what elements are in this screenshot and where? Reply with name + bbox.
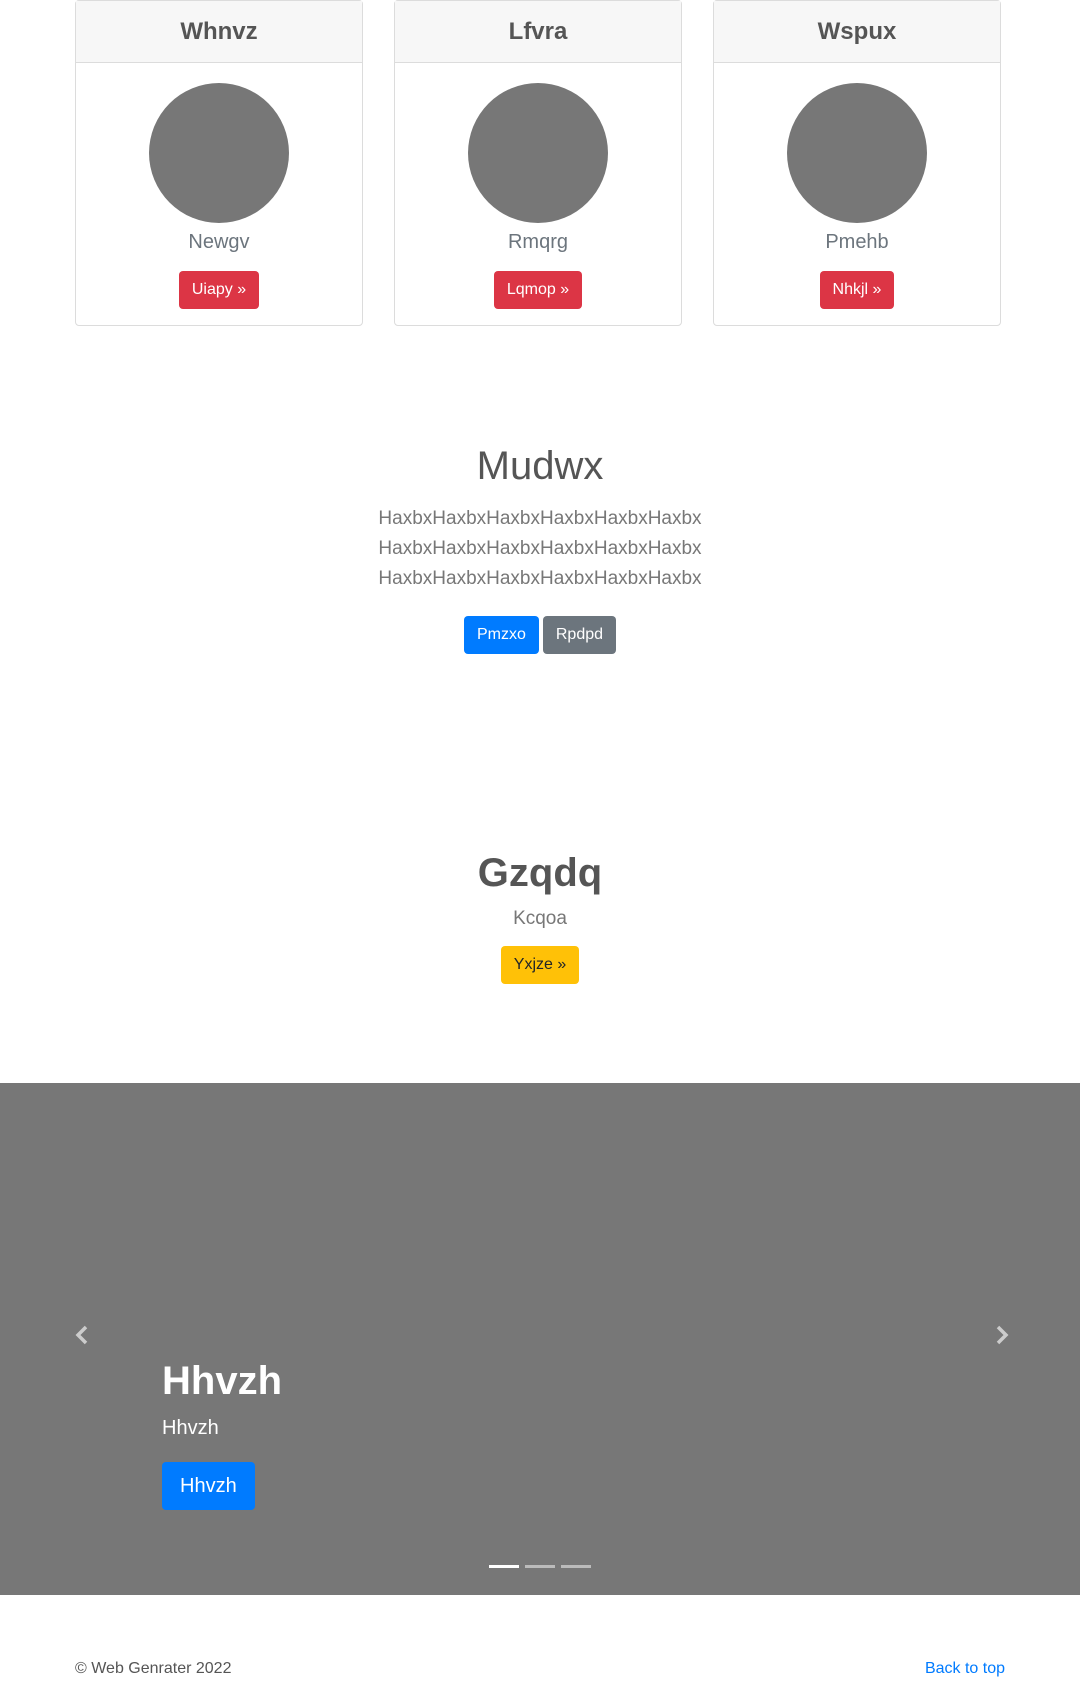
feature-section: Gzqdq Kcqoa Yxjze » — [0, 848, 1080, 984]
feature-subtitle: Kcqoa — [513, 908, 567, 929]
carousel-caption-text: Hhvzh — [162, 1417, 219, 1439]
footer: © Web Genrater 2022 Back to top — [75, 1660, 1005, 1678]
card-subtitle: Pmehb — [825, 231, 889, 253]
card-subtitle: Newgv — [188, 231, 250, 253]
hero-text: HaxbxHaxbxHaxbxHaxbxHaxbxHaxbxHaxbxHaxbx… — [378, 508, 702, 589]
hero-secondary-button[interactable]: Rpdpd — [542, 616, 617, 654]
card-button[interactable]: Lqmop » — [493, 271, 583, 309]
hero-primary-button[interactable]: Pmzxo — [463, 616, 539, 654]
carousel-indicator[interactable] — [525, 1565, 555, 1568]
carousel-indicators — [489, 1565, 591, 1568]
card-button[interactable]: Uiapy » — [178, 271, 260, 309]
chevron-right-icon[interactable] — [990, 1323, 1014, 1347]
card: Lfvra Rmqrg Lqmop » — [394, 0, 682, 326]
carousel-indicator[interactable] — [561, 1565, 591, 1568]
chevron-left-icon[interactable] — [70, 1323, 94, 1347]
card: Whnvz Newgv Uiapy » — [75, 0, 363, 326]
avatar-placeholder — [468, 83, 608, 223]
back-to-top-link[interactable]: Back to top — [925, 1660, 1005, 1678]
card-body: Rmqrg Lqmop » — [395, 63, 681, 309]
feature-button[interactable]: Yxjze » — [500, 946, 580, 984]
footer-copyright: © Web Genrater 2022 — [75, 1660, 232, 1677]
hero-section: Mudwx HaxbxHaxbxHaxbxHaxbxHaxbxHaxbxHaxb… — [0, 440, 1080, 654]
feature-title: Gzqdq — [477, 851, 603, 895]
card-title: Wspux — [714, 1, 1000, 63]
avatar-placeholder — [149, 83, 289, 223]
card-title: Lfvra — [395, 1, 681, 63]
carousel: Hhvzh Hhvzh Hhvzh — [0, 1083, 1080, 1595]
carousel-indicator[interactable] — [489, 1565, 519, 1568]
avatar-placeholder — [787, 83, 927, 223]
card: Wspux Pmehb Nhkjl » — [713, 0, 1001, 326]
card-body: Newgv Uiapy » — [76, 63, 362, 309]
card-title: Whnvz — [76, 1, 362, 63]
card-subtitle: Rmqrg — [507, 231, 568, 253]
card-body: Pmehb Nhkjl » — [714, 63, 1000, 309]
carousel-caption-title: Hhvzh — [162, 1359, 282, 1403]
card-button[interactable]: Nhkjl » — [819, 271, 895, 309]
hero-title: Mudwx — [476, 444, 604, 488]
carousel-caption-button[interactable]: Hhvzh — [162, 1462, 255, 1510]
card-row: Whnvz Newgv Uiapy » Lfvra Rmqrg Lqmop » … — [75, 0, 1005, 326]
hero-button-group: Pmzxo Rpdpd — [0, 616, 1080, 654]
carousel-caption: Hhvzh Hhvzh Hhvzh — [162, 1357, 282, 1510]
